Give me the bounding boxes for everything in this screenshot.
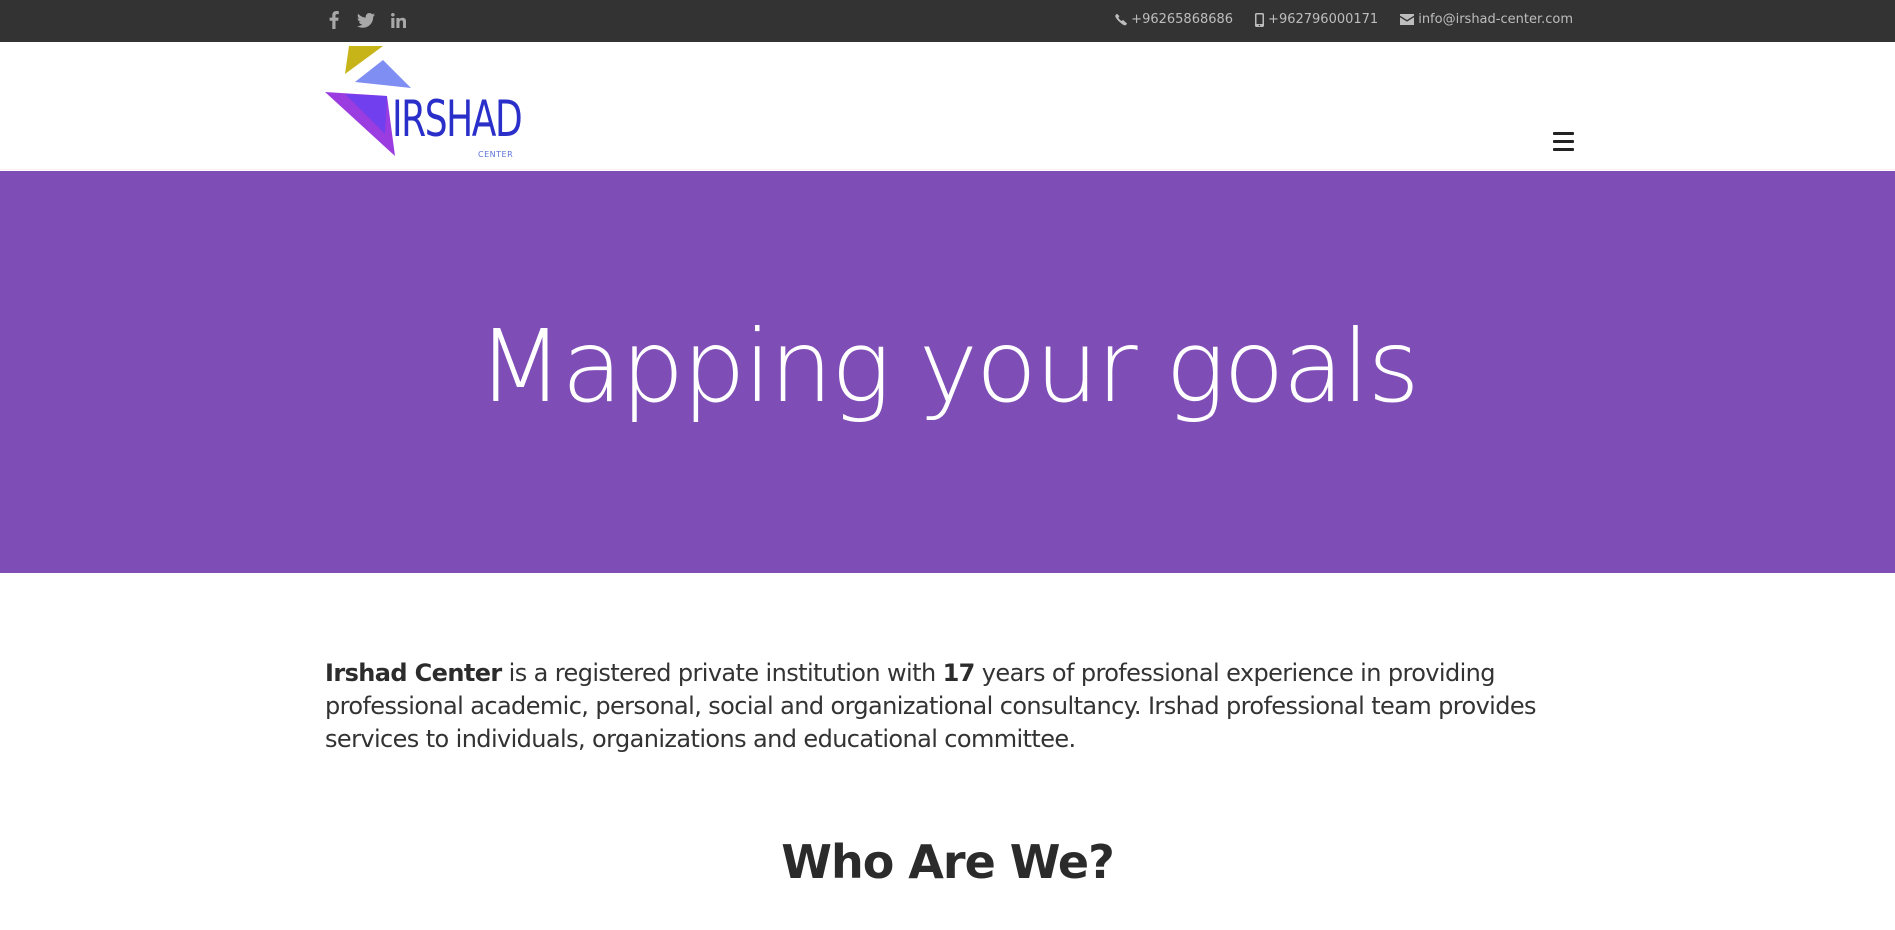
mobile-link[interactable]: +962796000171: [1255, 12, 1378, 27]
contact-info: +96265868686 +962796000171 info@irshad-c…: [1115, 12, 1573, 27]
twitter-icon[interactable]: [357, 10, 375, 30]
social-links: [325, 10, 407, 30]
phone-number: +96265868686: [1131, 12, 1234, 27]
email-address: info@irshad-center.com: [1418, 12, 1573, 27]
facebook-icon[interactable]: [325, 10, 343, 30]
email-link[interactable]: info@irshad-center.com: [1400, 12, 1573, 27]
intro-paragraph: Irshad Center is a registered private in…: [325, 657, 1570, 756]
logo-subtitle: CENTER: [478, 150, 514, 159]
intro-years: 17: [942, 659, 976, 687]
who-are-we-heading: Who Are We?: [781, 835, 1115, 889]
site-logo[interactable]: IRSHAD CENTER: [325, 44, 525, 162]
linkedin-icon[interactable]: [389, 10, 407, 30]
hero-banner: Mapping your goals: [0, 171, 1895, 573]
intro-org-name: Irshad Center: [325, 659, 502, 687]
mobile-icon: [1255, 12, 1265, 27]
intro-text-1: is a registered private institution with: [501, 659, 943, 687]
phone-link[interactable]: +96265868686: [1115, 12, 1233, 27]
logo-wordmark: IRSHAD: [392, 90, 523, 148]
mobile-number: +962796000171: [1268, 12, 1379, 27]
phone-icon: [1115, 13, 1128, 25]
top-bar: +96265868686 +962796000171 info@irshad-c…: [0, 0, 1895, 42]
envelope-icon: [1400, 14, 1415, 25]
hamburger-icon[interactable]: [1552, 132, 1576, 152]
site-header: IRSHAD CENTER: [0, 42, 1895, 170]
hero-title: Mapping your goals: [477, 307, 1419, 425]
